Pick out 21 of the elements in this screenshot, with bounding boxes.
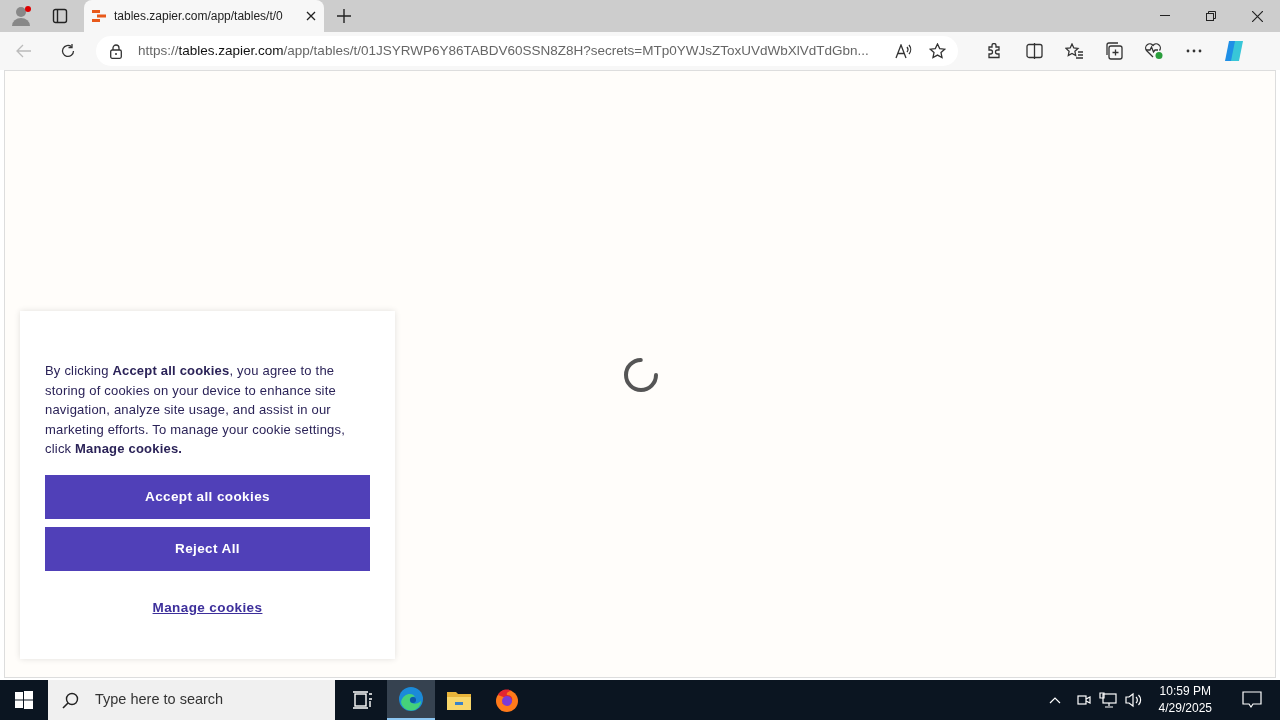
accept-button[interactable]: Accept all cookies bbox=[45, 474, 370, 519]
tab-title: tables.zapier.com/app/tables/t/0 bbox=[114, 8, 284, 25]
browser-tab[interactable]: tables.zapier.com/app/tables/t/0 bbox=[84, 0, 324, 32]
chevron-up-icon[interactable] bbox=[1048, 696, 1061, 704]
volume-icon[interactable] bbox=[1124, 692, 1143, 708]
edge-icon[interactable] bbox=[387, 680, 435, 720]
manage-cookies-link[interactable]: Manage cookies bbox=[152, 597, 263, 619]
camera-icon[interactable] bbox=[1076, 692, 1091, 708]
taskbar-search-field[interactable]: Type here to search bbox=[48, 680, 335, 720]
close-icon[interactable] bbox=[306, 11, 316, 21]
cookie-notice-text: By clicking Accept all cookies, you agree to the storing of cookies on your device to enhance site navigation, analyze site usage, and assist in our marketing efforts. To manage your cookie settings, click Manage cookies. bbox=[45, 362, 346, 459]
reject-button[interactable]: Reject All bbox=[45, 526, 370, 571]
lock-icon bbox=[110, 43, 122, 59]
clock[interactable]: 10:59 PM 4/29/2025 bbox=[1158, 683, 1212, 717]
favicon-icon bbox=[92, 10, 106, 22]
address-bar[interactable]: https://tables.zapier.com/app/tables/t/01JSYRWP6Y86TABDV60SSN8Z8H?secrets=MTp0YWJsZToxUVdWbXlVdTdGbn... bbox=[96, 36, 958, 66]
read-aloud-icon[interactable] bbox=[895, 43, 913, 59]
favorite-star-icon[interactable] bbox=[929, 43, 946, 59]
url-text: https://tables.zapier.com/app/tables/t/01JSYRWP6Y86TABDV60SSN8Z8H?secrets=MTp0YWJsZToxUVdWbXlVdTdGbn... bbox=[138, 41, 870, 60]
network-icon[interactable] bbox=[1098, 692, 1117, 708]
search-icon bbox=[62, 691, 79, 709]
